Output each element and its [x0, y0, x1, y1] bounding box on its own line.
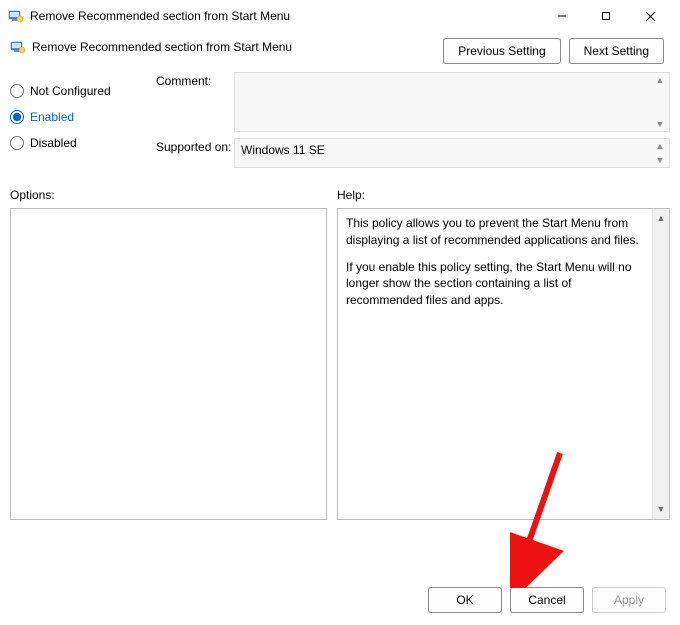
cancel-button[interactable]: Cancel	[510, 587, 584, 613]
apply-button[interactable]: Apply	[592, 587, 666, 613]
previous-setting-button[interactable]: Previous Setting	[443, 38, 560, 64]
supported-label: Supported on:	[156, 138, 234, 154]
comment-row: Comment: ▲▼	[156, 72, 670, 132]
scroll-down-icon: ▼	[657, 503, 666, 516]
radio-disabled-label: Disabled	[30, 136, 77, 150]
scroll-up-icon: ▲	[657, 212, 666, 225]
comment-field[interactable]: ▲▼	[234, 72, 670, 132]
minimize-button[interactable]	[540, 2, 584, 30]
radio-not-configured[interactable]: Not Configured	[10, 78, 150, 104]
fields: Comment: ▲▼ Supported on: Windows 11 SE …	[156, 72, 670, 174]
radio-disabled-input[interactable]	[10, 136, 24, 150]
help-label: Help:	[337, 188, 670, 202]
help-panel: This policy allows you to prevent the St…	[337, 208, 670, 520]
supported-field: Windows 11 SE ▲▼	[234, 138, 670, 168]
policy-title: Remove Recommended section from Start Me…	[32, 36, 292, 54]
radio-enabled-input[interactable]	[10, 110, 24, 124]
maximize-button[interactable]	[584, 2, 628, 30]
radio-not-configured-input[interactable]	[10, 84, 24, 98]
footer: OK Cancel Apply	[0, 577, 680, 625]
state-radios: Not Configured Enabled Disabled	[10, 72, 150, 174]
panels: This policy allows you to prevent the St…	[0, 204, 680, 520]
radio-disabled[interactable]: Disabled	[10, 130, 150, 156]
policy-icon	[8, 8, 24, 24]
options-label: Options:	[10, 188, 327, 202]
close-button[interactable]	[628, 2, 672, 30]
lower-labels: Options: Help:	[0, 174, 680, 204]
radio-enabled-label: Enabled	[30, 110, 74, 124]
ok-button[interactable]: OK	[428, 587, 502, 613]
radio-enabled[interactable]: Enabled	[10, 104, 150, 130]
options-panel	[10, 208, 327, 520]
policy-icon	[10, 39, 26, 55]
radio-not-configured-label: Not Configured	[30, 84, 111, 98]
window-title: Remove Recommended section from Start Me…	[30, 9, 540, 23]
comment-scroll[interactable]: ▲▼	[653, 75, 667, 129]
supported-scroll[interactable]: ▲▼	[653, 141, 667, 165]
subheader: Remove Recommended section from Start Me…	[0, 30, 680, 64]
help-paragraph-2: If you enable this policy setting, the S…	[346, 259, 647, 309]
titlebar: Remove Recommended section from Start Me…	[0, 0, 680, 30]
help-paragraph-1: This policy allows you to prevent the St…	[346, 215, 647, 249]
config-area: Not Configured Enabled Disabled Comment:…	[0, 64, 680, 174]
next-setting-button[interactable]: Next Setting	[569, 38, 664, 64]
window-controls	[540, 2, 672, 30]
help-scrollbar[interactable]: ▲ ▼	[652, 209, 669, 519]
comment-label: Comment:	[156, 72, 234, 88]
supported-value: Windows 11 SE	[241, 143, 325, 157]
supported-row: Supported on: Windows 11 SE ▲▼	[156, 138, 670, 168]
